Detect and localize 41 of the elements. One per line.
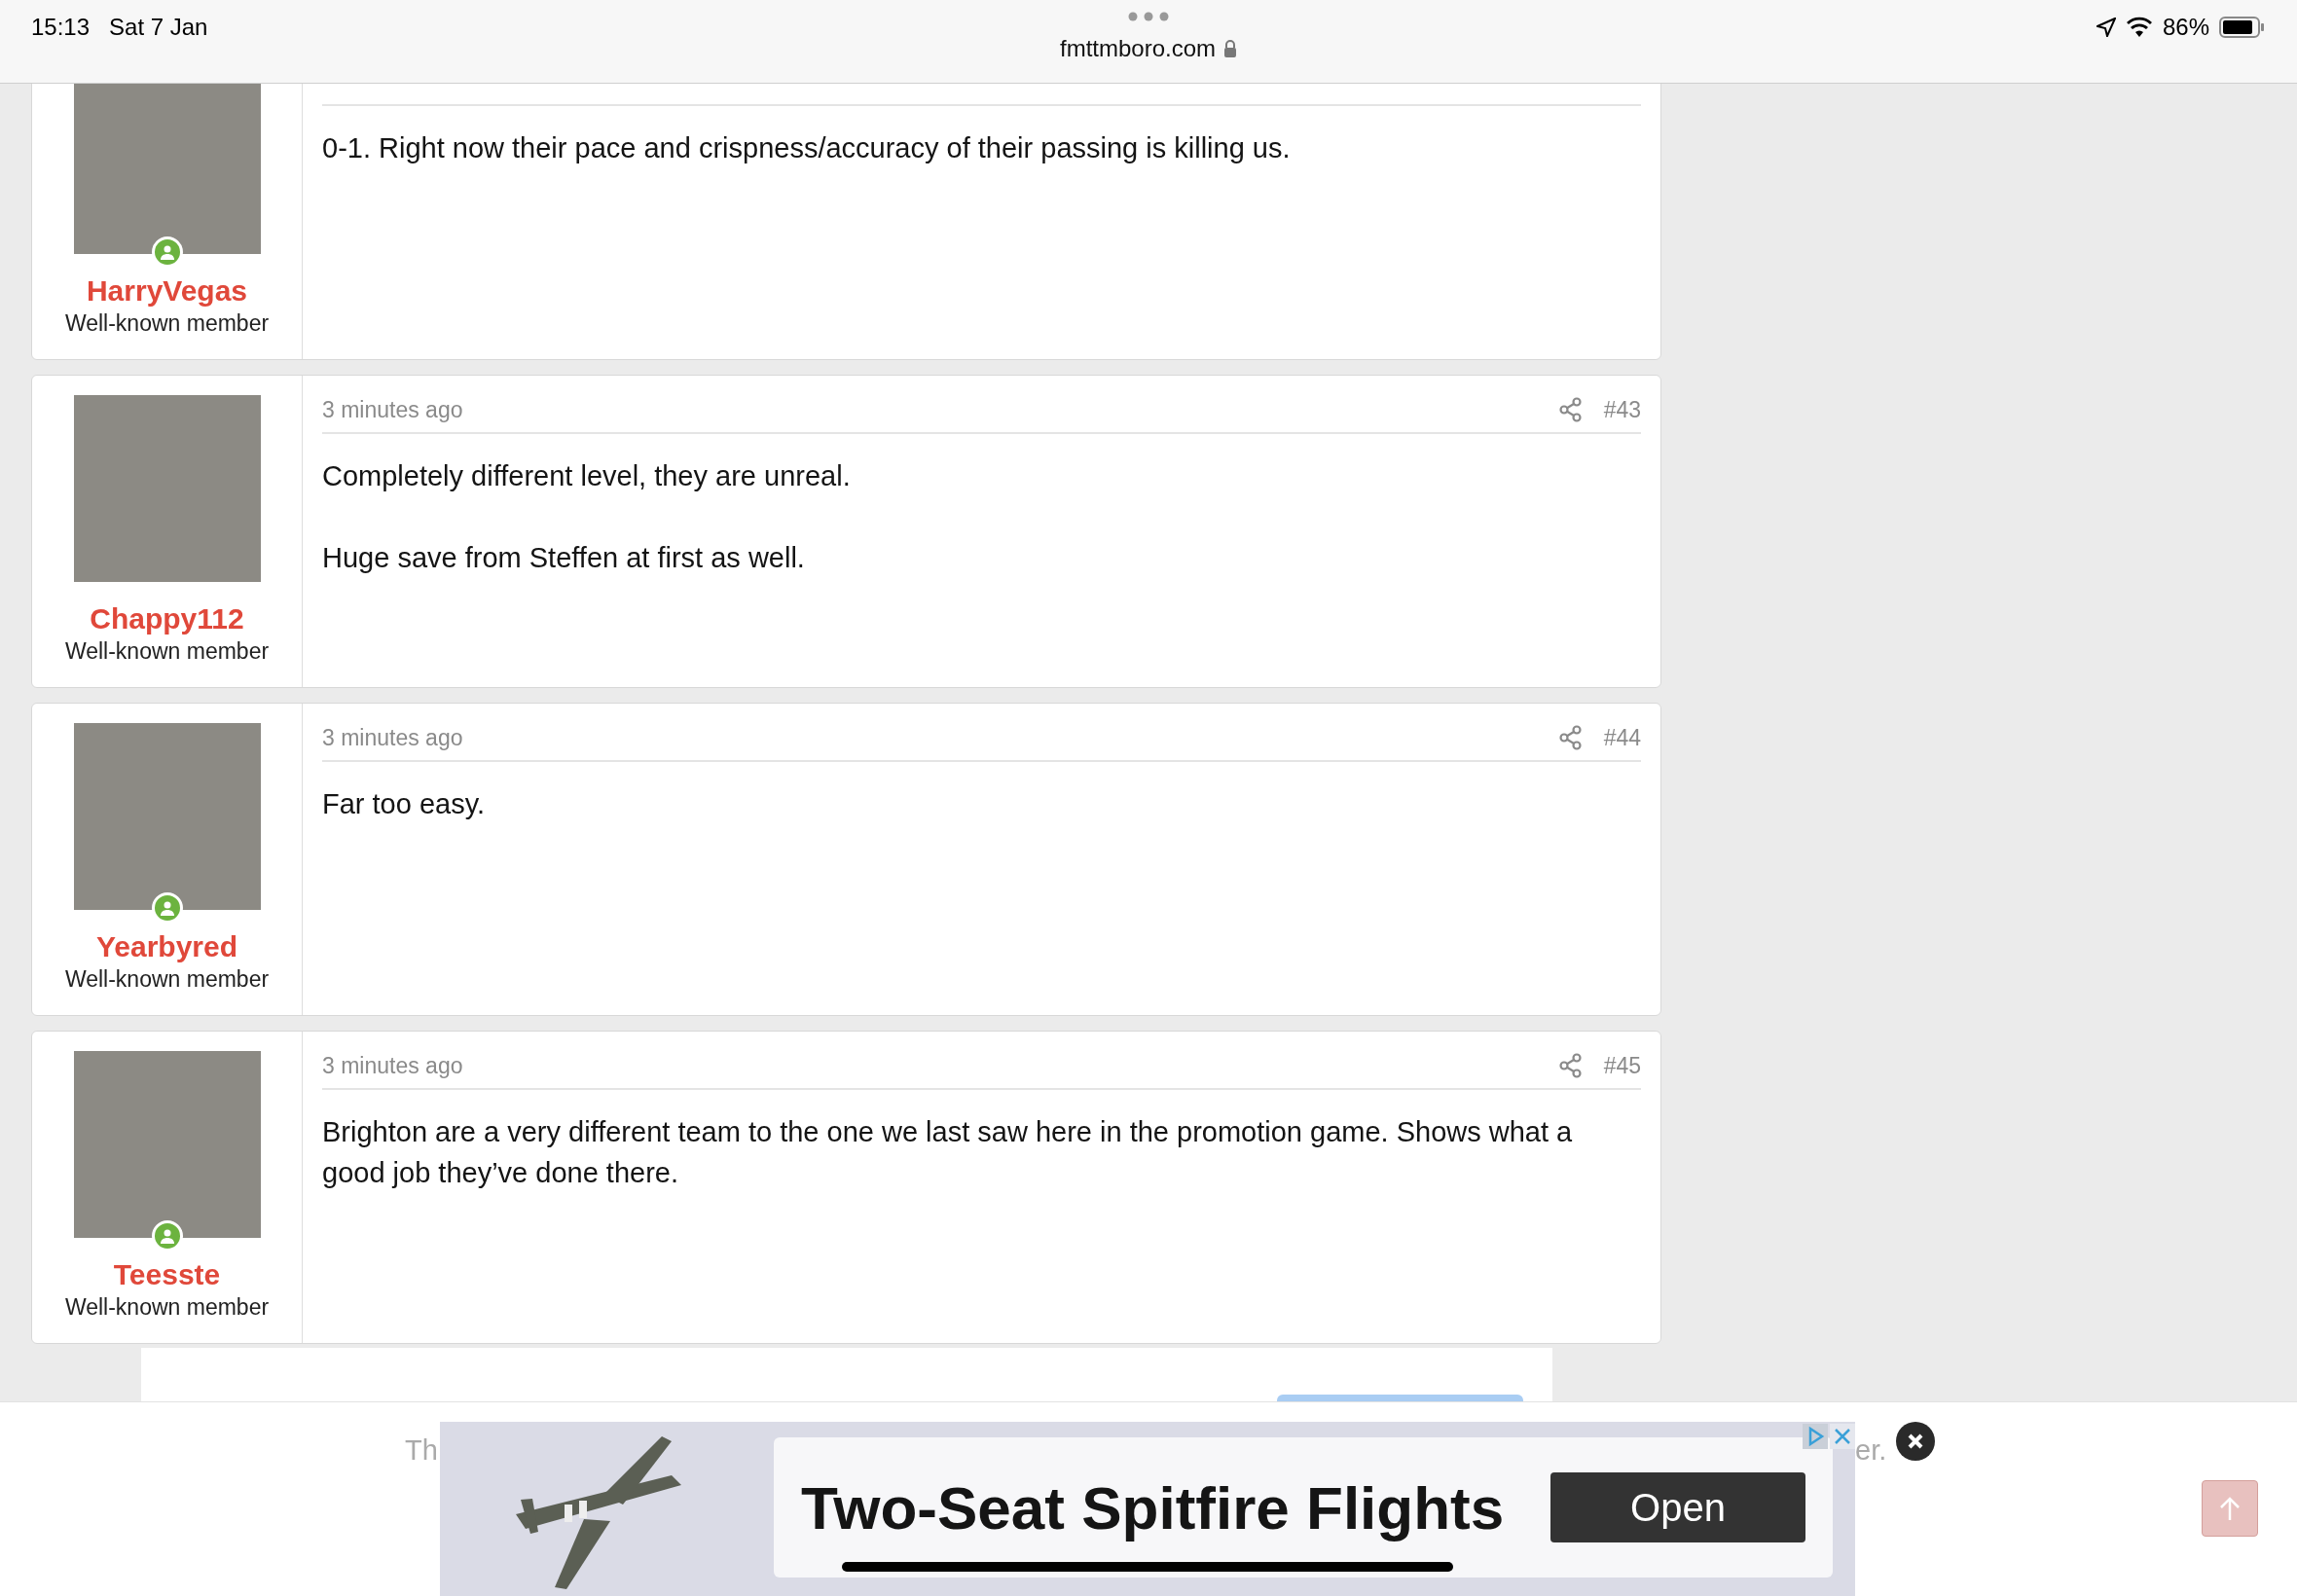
- post-text: Completely different level, they are unreal.: [322, 459, 852, 493]
- notice-text: er.: [1855, 1433, 1887, 1468]
- open-button[interactable]: Open: [1550, 1472, 1805, 1542]
- ad-choices-icon[interactable]: [1803, 1424, 1828, 1449]
- member-role: Well-known member: [64, 965, 270, 994]
- member-role: Well-known member: [64, 1293, 270, 1322]
- arrow-up-icon[interactable]: [2218, 1496, 2242, 1521]
- username-link[interactable]: Yearbyred: [95, 929, 238, 964]
- notice-text: Th: [405, 1433, 438, 1468]
- status-date: Sat 7 Jan: [109, 13, 208, 42]
- more-dots-icon[interactable]: [1127, 12, 1170, 21]
- member-role: Well-known member: [64, 637, 270, 666]
- ad-headline: Two-Seat Spitfire Flights: [801, 1472, 1505, 1543]
- location-arrow-icon: [2096, 18, 2116, 37]
- lock-icon: [1223, 40, 1237, 57]
- member-role: Well-known member: [64, 309, 270, 338]
- post-number-link[interactable]: #44: [1603, 720, 1641, 754]
- ad-banner[interactable]: Two-Seat Spitfire Flights Open: [440, 1422, 1855, 1596]
- post-text: Far too easy.: [322, 787, 487, 821]
- post-time[interactable]: 3 minutes ago: [322, 1048, 463, 1082]
- post-text: 0-1. Right now their pace and crispness/accuracy of their passing is killing us.: [322, 131, 1292, 165]
- post-text: Brighton are a very different team to the one we last saw here in the promotion game. Shows what a good job they’ve done there.: [322, 1115, 1574, 1190]
- share-icon[interactable]: [1558, 724, 1583, 750]
- status-time: 15:13: [31, 13, 91, 42]
- address-url[interactable]: fmttmboro.com: [1060, 31, 1216, 66]
- share-icon[interactable]: [1558, 396, 1583, 422]
- post-time[interactable]: 3 minutes ago: [322, 720, 463, 754]
- scroll-top-button[interactable]: [2202, 1480, 2258, 1537]
- post-time[interactable]: 3 minutes ago: [322, 392, 463, 426]
- close-ad-button[interactable]: [1896, 1422, 1935, 1461]
- battery-icon: [2219, 17, 2266, 38]
- username-link[interactable]: HarryVegas: [86, 273, 248, 308]
- share-icon[interactable]: [1558, 1052, 1583, 1078]
- wifi-icon: [2125, 17, 2153, 38]
- post-number-link[interactable]: #45: [1603, 1048, 1641, 1082]
- username-link[interactable]: Teesste: [113, 1257, 221, 1292]
- close-icon[interactable]: [1907, 1433, 1924, 1450]
- battery-percent: 86%: [2162, 13, 2209, 42]
- post-text: Huge save from Steffen at first as well.: [322, 541, 806, 575]
- post-number-link[interactable]: #43: [1603, 392, 1641, 426]
- username-link[interactable]: Chappy112: [90, 601, 244, 636]
